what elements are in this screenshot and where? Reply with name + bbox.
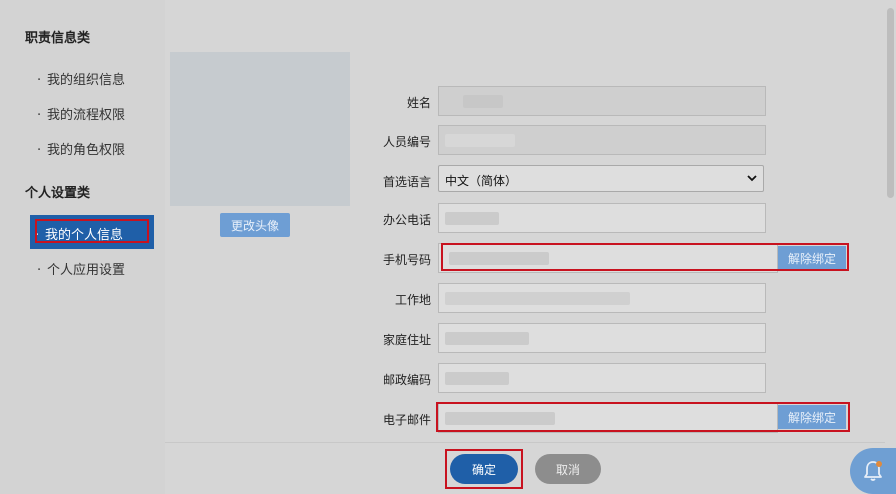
- name-field: [438, 86, 766, 116]
- bullet: ·: [37, 263, 42, 278]
- workplace-label: 工作地: [394, 293, 431, 307]
- highlight-box: [441, 243, 849, 271]
- office-phone-input[interactable]: [438, 203, 766, 233]
- home-address-label: 家庭住址: [382, 333, 431, 347]
- redacted-value: [445, 292, 630, 305]
- redacted-value: [445, 332, 529, 345]
- language-label: 首选语言: [382, 175, 431, 189]
- main-panel: 更改头像 姓名 人员编号 首选语言 中文（简体） 办公电话 手机号码 解除绑定 …: [165, 0, 885, 494]
- employee-id-label: 人员编号: [382, 135, 431, 149]
- cancel-button[interactable]: 取消: [535, 454, 601, 484]
- bullet: ·: [37, 143, 42, 158]
- language-select[interactable]: 中文（简体）: [438, 165, 764, 192]
- redacted-value: [445, 212, 499, 225]
- sidebar-item-my-role-permissions[interactable]: · 我的角色权限: [37, 139, 125, 158]
- office-phone-label: 办公电话: [382, 213, 431, 227]
- email-label: 电子邮件: [382, 413, 431, 427]
- bullet: ·: [37, 73, 42, 88]
- redacted-value: [463, 95, 503, 108]
- sidebar: 职责信息类 · 我的组织信息 · 我的流程权限 · 我的角色权限 个人设置类 · 我的个…: [0, 0, 165, 494]
- divider: [165, 442, 885, 443]
- highlight-box: [35, 219, 149, 243]
- sidebar-group-title-duties: 职责信息类: [25, 31, 91, 46]
- redacted-value: [445, 372, 509, 385]
- home-address-input[interactable]: [438, 323, 766, 353]
- postal-code-label: 邮政编码: [382, 373, 431, 387]
- scrollbar-thumb[interactable]: [887, 8, 894, 198]
- sidebar-item-label: 我的组织信息: [47, 73, 126, 88]
- sidebar-item-label: 我的流程权限: [47, 108, 126, 123]
- sidebar-item-personal-app-settings[interactable]: · 个人应用设置: [37, 259, 125, 278]
- name-label: 姓名: [406, 96, 431, 110]
- sidebar-item-label: 我的角色权限: [47, 143, 126, 158]
- change-avatar-button[interactable]: 更改头像: [220, 213, 290, 237]
- postal-code-input[interactable]: [438, 363, 766, 393]
- language-selected-value: 中文（简体）: [445, 174, 518, 188]
- workplace-input[interactable]: [438, 283, 766, 313]
- sidebar-item-my-personal-info[interactable]: · 我的个人信息: [30, 215, 154, 249]
- mobile-label: 手机号码: [382, 253, 431, 267]
- sidebar-group-title-personal-settings: 个人设置类: [25, 186, 91, 201]
- redacted-value: [445, 134, 515, 147]
- bullet: ·: [37, 108, 42, 123]
- notification-button[interactable]: [850, 448, 896, 494]
- employee-id-field: [438, 125, 766, 155]
- chevron-down-icon: [747, 175, 757, 182]
- sidebar-item-my-org-info[interactable]: · 我的组织信息: [37, 69, 125, 88]
- highlight-box: [436, 402, 850, 432]
- highlight-box: [445, 449, 523, 489]
- bell-icon: [864, 461, 882, 481]
- sidebar-item-label: 个人应用设置: [47, 263, 126, 278]
- scrollbar[interactable]: [885, 0, 896, 494]
- sidebar-item-my-process-permissions[interactable]: · 我的流程权限: [37, 104, 125, 123]
